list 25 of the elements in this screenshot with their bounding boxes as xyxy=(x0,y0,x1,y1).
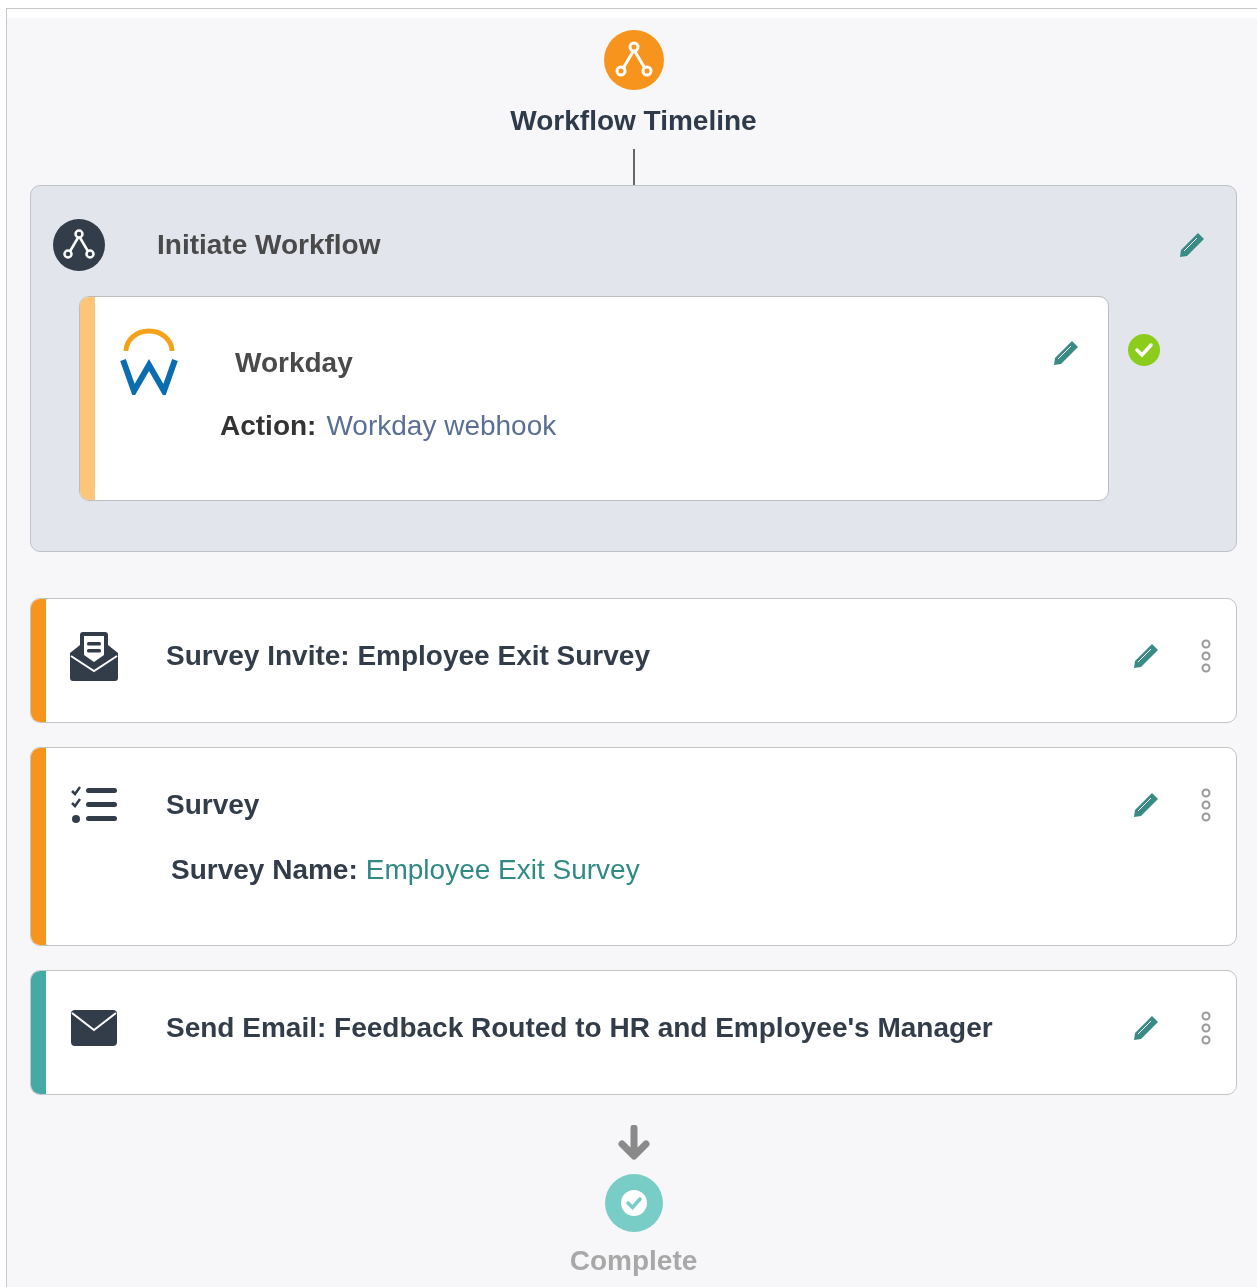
timeline-title: Workflow Timeline xyxy=(510,104,757,138)
integration-name: Workday xyxy=(235,346,353,380)
more-options-icon[interactable] xyxy=(1200,1010,1212,1045)
workflow-icon xyxy=(52,218,106,272)
envelope-icon xyxy=(71,1009,117,1046)
step-title: Survey xyxy=(166,787,260,822)
more-options-icon[interactable] xyxy=(1200,787,1212,822)
workflow-icon xyxy=(602,29,665,91)
complete-check-icon xyxy=(603,1173,664,1233)
step-title: Send Email: Feedback Routed to HR and Employee's Manager xyxy=(166,1010,993,1045)
complete-label: Complete xyxy=(569,1244,698,1278)
action-label: Action: xyxy=(220,409,317,443)
action-value: Workday webhook xyxy=(326,409,557,443)
survey-name-label: Survey Name: xyxy=(171,853,358,887)
survey-name-link[interactable]: Employee Exit Survey xyxy=(365,849,640,891)
checklist-icon xyxy=(71,785,117,824)
edit-icon[interactable] xyxy=(1178,231,1206,259)
edit-icon[interactable] xyxy=(1132,641,1160,670)
edit-icon[interactable] xyxy=(1052,339,1080,367)
edit-icon[interactable] xyxy=(1132,1013,1160,1042)
edit-icon[interactable] xyxy=(1132,790,1160,819)
initiate-title: Initiate Workflow xyxy=(157,228,381,262)
step-title: Survey Invite: Employee Exit Survey xyxy=(166,638,650,673)
logo-icon xyxy=(120,327,178,395)
more-options-icon[interactable] xyxy=(1200,638,1212,673)
